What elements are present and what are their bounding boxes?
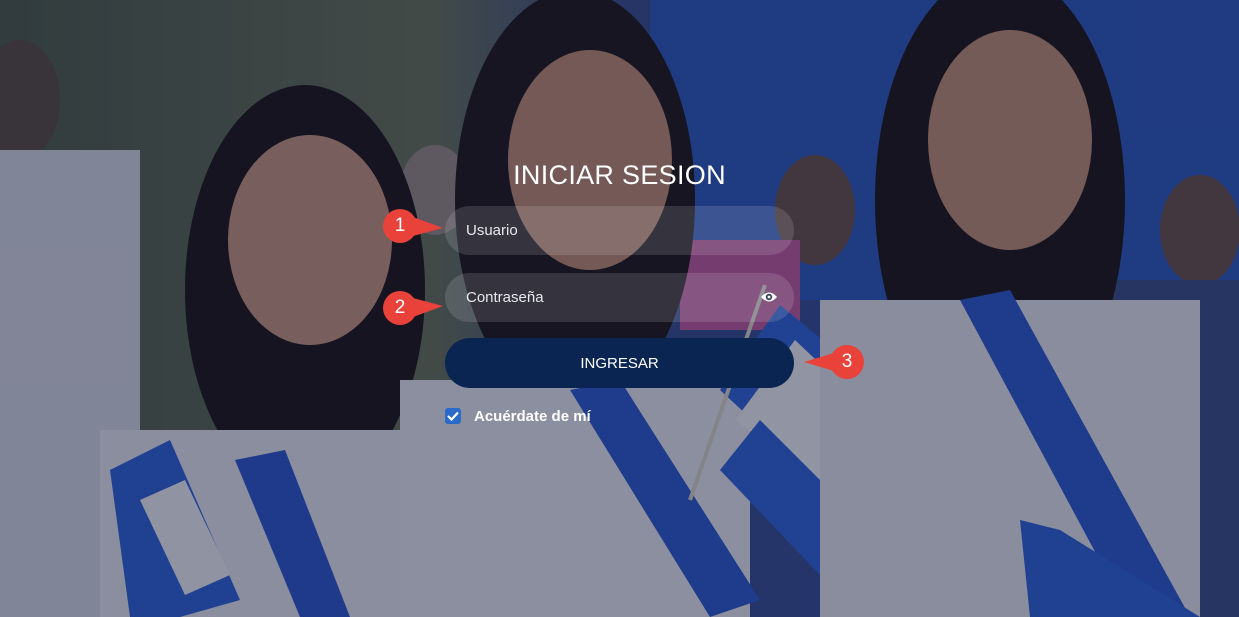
username-input[interactable] [445,206,745,255]
remember-checkbox[interactable] [445,408,461,424]
eye-icon[interactable] [760,290,778,304]
callout-3-number: 3 [841,351,853,372]
username-field[interactable] [445,206,794,255]
check-icon [447,411,459,421]
page-title: INICIAR SESION [513,160,726,190]
submit-button[interactable]: INGRESAR [445,338,794,388]
callout-2-number: 2 [394,297,406,318]
password-field[interactable] [445,273,794,322]
callout-1-number: 1 [394,215,406,236]
remember-label: Acuérdate de mí [474,408,591,425]
callout-2: 2 [377,290,443,331]
callout-3: 3 [804,344,870,385]
password-input[interactable] [445,273,745,322]
callout-1: 1 [377,208,443,249]
